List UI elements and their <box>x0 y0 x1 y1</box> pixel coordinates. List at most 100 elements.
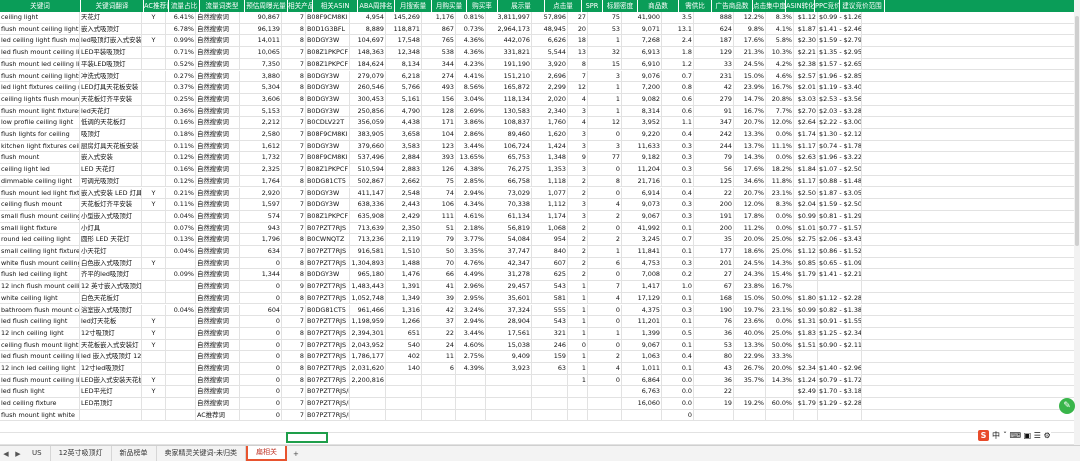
table-cell[interactable] <box>350 398 386 409</box>
table-cell[interactable]: flush mount <box>0 152 80 164</box>
table-cell[interactable]: 4.41% <box>456 70 486 82</box>
table-cell[interactable]: 8,134 <box>386 58 422 70</box>
table-cell[interactable]: 4 <box>588 363 622 374</box>
table-cell[interactable]: 6,864 <box>622 374 662 386</box>
table-cell[interactable]: flush mount ceiling lights <box>0 70 80 82</box>
table-cell[interactable]: led灯天花板 <box>80 316 142 327</box>
table-cell[interactable] <box>142 140 166 152</box>
table-cell[interactable]: 15.0% <box>734 70 766 82</box>
table-cell[interactable]: 20.8% <box>766 93 794 105</box>
table-cell[interactable]: 48,945 <box>532 23 568 35</box>
table-cell[interactable]: 齐平的led吸顶灯 <box>80 269 142 281</box>
table-cell[interactable]: 0.7 <box>662 234 694 245</box>
table-cell[interactable]: 156 <box>422 93 456 105</box>
table-cell[interactable]: 1 <box>588 105 622 117</box>
table-cell[interactable]: 3 <box>568 210 588 222</box>
table-cell[interactable]: $1.70 - $3.18 <box>818 386 862 398</box>
table-cell[interactable]: $0.99 - $1.26 <box>818 12 862 23</box>
table-cell[interactable]: 34.6% <box>734 175 766 187</box>
table-cell[interactable]: 12 英寸嵌入式吸顶灯 <box>80 281 142 292</box>
table-cell[interactable]: 126 <box>422 164 456 175</box>
table-cell[interactable]: 965,180 <box>350 269 386 281</box>
table-cell[interactable] <box>350 386 386 398</box>
table-cell[interactable]: bathroom flush mount ceiling light <box>0 304 80 316</box>
ime-toolbar[interactable]: S 中 ˇ ⌨ ▣ ☰ ⚙ <box>978 428 1051 442</box>
table-cell[interactable]: 73,029 <box>486 187 532 199</box>
table-cell[interactable]: 0 <box>240 316 282 327</box>
table-cell[interactable]: 4 <box>568 93 588 105</box>
table-cell[interactable] <box>142 105 166 117</box>
table-cell[interactable]: 自然搜索词 <box>196 257 240 269</box>
table-cell[interactable]: 7 <box>282 58 306 70</box>
spreadsheet-grid[interactable]: 关键词关键词翻译AC推荐词流量占比流量词类型预估周曝光量相关产品相关ASINAB… <box>0 0 1080 445</box>
table-cell[interactable] <box>142 93 166 105</box>
column-header[interactable]: 预估周曝光量 <box>245 0 288 12</box>
table-cell[interactable]: 8 <box>282 292 306 304</box>
table-cell[interactable]: 1.1 <box>662 117 694 128</box>
table-cell[interactable]: 10,065 <box>240 47 282 58</box>
table-cell[interactable]: $2.30 <box>794 35 818 47</box>
table-cell[interactable]: 2.94% <box>456 316 486 327</box>
table-cell[interactable]: 7 <box>282 117 306 128</box>
table-cell[interactable]: ceiling flush mount light <box>0 339 80 351</box>
table-cell[interactable]: 191,190 <box>486 58 532 70</box>
table-cell[interactable]: 9 <box>282 281 306 292</box>
table-cell[interactable]: 1,417 <box>622 281 662 292</box>
table-cell[interactable]: 6.41% <box>166 12 196 23</box>
table-cell[interactable] <box>694 409 734 421</box>
table-cell[interactable]: B08F9CM8KI <box>306 12 350 23</box>
ime-tools-icons[interactable]: ˇ ⌨ ▣ ☰ ⚙ <box>1003 431 1051 440</box>
table-cell[interactable]: 11.2% <box>734 222 766 234</box>
table-cell[interactable]: $0.81 - $1.29 <box>818 210 862 222</box>
table-cell[interactable]: 1,476 <box>386 269 422 281</box>
table-cell[interactable]: 1 <box>588 35 622 47</box>
table-cell[interactable]: 1,424 <box>532 140 568 152</box>
table-cell[interactable]: $2.57 <box>794 70 818 82</box>
table-cell[interactable]: 10.3% <box>766 47 794 58</box>
table-cell[interactable]: 3 <box>588 70 622 82</box>
table-cell[interactable]: 12 inch flush mount ceiling light <box>0 281 80 292</box>
table-cell[interactable]: 0.11% <box>166 140 196 152</box>
table-cell[interactable]: 23.6% <box>734 316 766 327</box>
table-cell[interactable]: 2.95% <box>456 292 486 304</box>
table-cell[interactable]: B0DGY3W <box>306 199 350 210</box>
table-cell[interactable] <box>532 374 568 386</box>
table-cell[interactable]: 3 <box>588 140 622 152</box>
column-header[interactable]: 广告商品数 <box>712 0 753 12</box>
table-cell[interactable]: 33 <box>694 58 734 70</box>
table-cell[interactable]: 17.6% <box>734 35 766 47</box>
table-cell[interactable]: 1,077 <box>532 187 568 199</box>
table-cell[interactable]: 3 <box>568 199 588 210</box>
table-cell[interactable]: 1,399 <box>622 327 662 339</box>
table-cell[interactable]: 9,076 <box>622 70 662 82</box>
table-cell[interactable]: 2,119 <box>386 234 422 245</box>
table-cell[interactable]: 0.04% <box>166 210 196 222</box>
table-cell[interactable]: $2.38 <box>794 58 818 70</box>
table-cell[interactable]: 3.77% <box>456 234 486 245</box>
table-cell[interactable]: 12 <box>568 82 588 93</box>
table-cell[interactable]: $2.03 - $3.28 <box>818 105 862 117</box>
table-cell[interactable]: B07PZT7RJS <box>306 374 350 386</box>
table-cell[interactable]: 3 <box>568 129 588 140</box>
table-cell[interactable]: 16,060 <box>622 398 662 409</box>
tab-nav-prev-icon[interactable]: ◀ <box>0 450 12 458</box>
table-cell[interactable]: led吸顶灯嵌入式安装 <box>80 35 142 47</box>
table-cell[interactable]: 0 <box>588 304 622 316</box>
table-cell[interactable]: 31,278 <box>486 269 532 281</box>
table-cell[interactable]: 0.0% <box>766 222 794 234</box>
table-cell[interactable]: 35 <box>694 234 734 245</box>
table-cell[interactable]: 7 <box>282 316 306 327</box>
table-cell[interactable]: 13.3% <box>734 339 766 351</box>
table-cell[interactable] <box>386 386 422 398</box>
table-cell[interactable]: 12.0% <box>766 117 794 128</box>
table-cell[interactable]: 3 <box>568 140 588 152</box>
table-cell[interactable]: 63 <box>532 363 568 374</box>
table-cell[interactable]: 0.1 <box>662 316 694 327</box>
table-cell[interactable]: 自然搜索词 <box>196 339 240 351</box>
table-cell[interactable]: 1 <box>588 327 622 339</box>
column-header[interactable]: SPR <box>582 0 603 12</box>
table-cell[interactable]: 9,071 <box>622 23 662 35</box>
table-cell[interactable]: AC推荐词 <box>196 409 240 421</box>
table-cell[interactable]: 5.8% <box>766 35 794 47</box>
table-cell[interactable]: 79 <box>422 234 456 245</box>
